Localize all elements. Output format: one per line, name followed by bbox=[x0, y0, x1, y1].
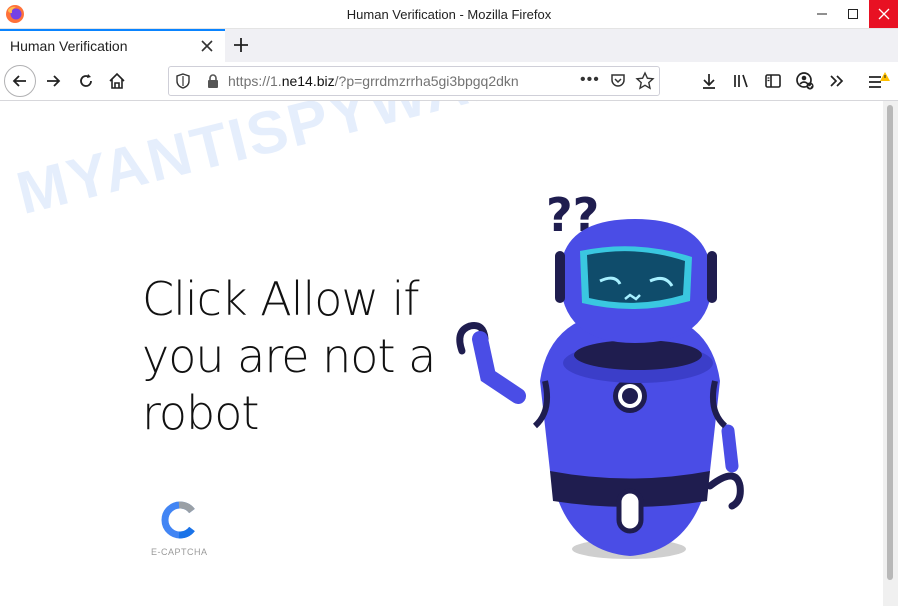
window-titlebar: Human Verification - Mozilla Firefox bbox=[0, 0, 898, 29]
close-window-button[interactable] bbox=[869, 0, 898, 28]
captcha-label: E-CAPTCHA bbox=[151, 547, 208, 557]
library-icon bbox=[734, 74, 748, 88]
headline: Click Allow if you are not a robot bbox=[142, 272, 436, 440]
new-tab-icon[interactable] bbox=[230, 34, 252, 56]
url-text[interactable]: https://1.ne14.biz/?p=grrdmzrrha5gi3bpgq… bbox=[228, 73, 573, 89]
pocket-icon[interactable] bbox=[609, 72, 627, 90]
home-button[interactable] bbox=[103, 67, 131, 95]
app-menu-button[interactable] bbox=[864, 67, 892, 95]
minimize-icon bbox=[817, 13, 827, 15]
vertical-scrollbar[interactable] bbox=[883, 101, 898, 606]
captcha-logo[interactable] bbox=[158, 499, 200, 541]
tab-human-verification[interactable]: Human Verification bbox=[0, 29, 225, 62]
window-title: Human Verification - Mozilla Firefox bbox=[346, 7, 552, 22]
lock-icon[interactable] bbox=[206, 73, 220, 89]
overflow-button[interactable] bbox=[823, 67, 851, 95]
sidebar-icon bbox=[765, 74, 781, 88]
page-content: MYANTISPYWARE.COM Click Allow if you are… bbox=[0, 101, 898, 606]
account-button[interactable] bbox=[791, 67, 819, 95]
reload-button[interactable] bbox=[72, 67, 100, 95]
back-icon bbox=[12, 75, 26, 87]
account-icon bbox=[796, 72, 814, 90]
tab-close-icon[interactable] bbox=[198, 37, 216, 55]
forward-icon bbox=[47, 75, 61, 87]
maximize-button[interactable] bbox=[836, 0, 870, 28]
menu-icon bbox=[869, 72, 890, 88]
home-icon bbox=[109, 72, 125, 89]
navigation-toolbar: https://1.ne14.biz/?p=grrdmzrrha5gi3bpgq… bbox=[0, 62, 898, 101]
download-icon bbox=[703, 74, 715, 89]
minimize-button[interactable] bbox=[805, 0, 839, 28]
scrollbar-thumb[interactable] bbox=[887, 105, 893, 580]
downloads-button[interactable] bbox=[695, 67, 723, 95]
robot-illustration: ?? bbox=[456, 188, 744, 559]
url-bar[interactable]: https://1.ne14.biz/?p=grrdmzrrha5gi3bpgq… bbox=[168, 66, 660, 96]
bookmark-star-icon[interactable] bbox=[635, 71, 655, 91]
forward-button[interactable] bbox=[39, 67, 67, 95]
shield-icon[interactable] bbox=[174, 72, 192, 90]
url-path: /?p=grrdmzrrha5gi3bpgq2dkn bbox=[334, 73, 519, 89]
url-host: ne14.biz bbox=[281, 73, 335, 89]
back-button[interactable] bbox=[4, 65, 36, 97]
page-actions-icon[interactable]: ••• bbox=[580, 71, 600, 89]
close-icon bbox=[878, 8, 889, 20]
library-button[interactable] bbox=[727, 67, 755, 95]
overflow-icon bbox=[830, 75, 844, 87]
url-host-prefix: https://1. bbox=[228, 73, 282, 89]
tab-label: Human Verification bbox=[10, 38, 128, 54]
reload-icon bbox=[80, 74, 92, 87]
maximize-icon bbox=[848, 9, 858, 19]
tab-strip: Human Verification bbox=[0, 29, 898, 62]
sidebar-button[interactable] bbox=[759, 67, 787, 95]
